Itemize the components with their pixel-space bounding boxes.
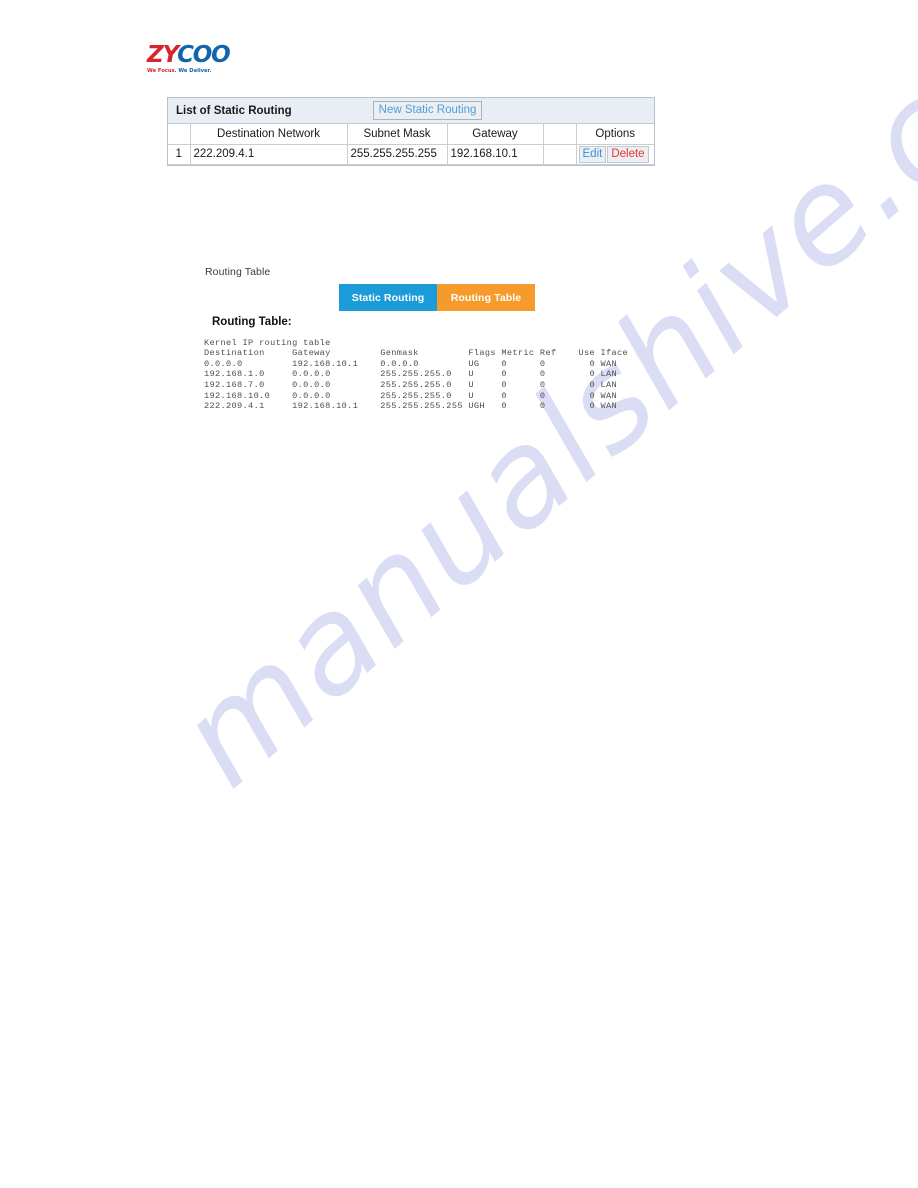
logo-wordmark: ZYCOO xyxy=(147,42,231,68)
column-header-gateway: Gateway xyxy=(446,124,544,145)
panel-title: List of Static Routing xyxy=(176,104,292,117)
cell-gateway: 192.168.10.1 xyxy=(446,143,544,165)
logo-tagline: We Focus. We Deliver. xyxy=(147,68,219,75)
zycoo-logo: ZYCOO We Focus. We Deliver. xyxy=(147,42,231,75)
column-header-options: Options xyxy=(575,124,654,145)
table-header: Destination Network Subnet Mask Gateway … xyxy=(168,124,654,145)
logo-wordmark-coo: COO xyxy=(177,42,231,68)
cell-blank xyxy=(542,143,577,165)
kernel-routing-table-output: Kernel IP routing table Destination Gate… xyxy=(204,337,629,412)
table-header-row: Destination Network Subnet Mask Gateway … xyxy=(168,124,654,145)
cell-subnet-mask: 255.255.255.255 xyxy=(346,143,448,165)
table-row: 1 222.209.4.1 255.255.255.255 192.168.10… xyxy=(168,143,654,165)
document-page: ZYCOO We Focus. We Deliver. List of Stat… xyxy=(0,0,918,1188)
new-static-routing-button[interactable]: New Static Routing xyxy=(372,101,483,120)
logo-wordmark-zy: ZY xyxy=(147,42,178,68)
column-header-blank xyxy=(542,124,577,145)
cell-destination-network: 222.209.4.1 xyxy=(189,143,348,165)
table-body: 1 222.209.4.1 255.255.255.255 192.168.10… xyxy=(168,143,654,165)
static-routing-panel: List of Static Routing New Static Routin… xyxy=(167,97,655,166)
column-header-index xyxy=(168,124,191,145)
routing-tab-bar: Static Routing Routing Table xyxy=(339,284,535,311)
routing-output-heading: Routing Table: xyxy=(212,316,292,328)
column-header-subnet-mask: Subnet Mask xyxy=(346,124,448,145)
logo-tagline-part2: We Deliver. xyxy=(176,68,212,74)
static-routing-titlebar: List of Static Routing New Static Routin… xyxy=(168,98,654,124)
edit-button[interactable]: Edit xyxy=(578,145,607,163)
column-header-destination: Destination Network xyxy=(189,124,348,145)
row-index: 1 xyxy=(168,143,191,165)
routing-table-caption: Routing Table xyxy=(205,266,271,278)
tab-static-routing[interactable]: Static Routing xyxy=(339,284,437,311)
cell-options: Edit Delete xyxy=(575,143,654,165)
logo-tagline-part1: We Focus. xyxy=(147,68,177,74)
static-routing-table: Destination Network Subnet Mask Gateway … xyxy=(168,124,654,165)
delete-button[interactable]: Delete xyxy=(607,145,649,163)
tab-routing-table[interactable]: Routing Table xyxy=(437,284,535,311)
